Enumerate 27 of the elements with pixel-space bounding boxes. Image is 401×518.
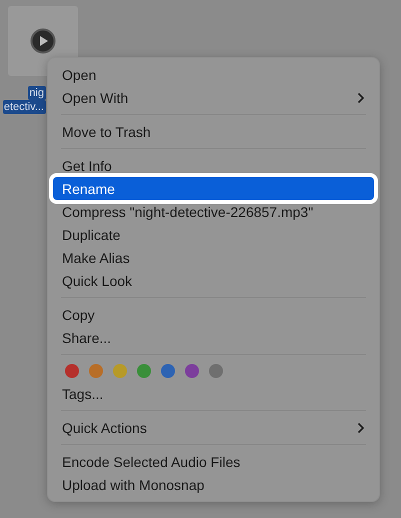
tag-dot[interactable]	[185, 364, 199, 378]
menu-item[interactable]: Quick Look	[53, 269, 374, 292]
menu-item[interactable]: Duplicate	[53, 223, 374, 246]
tag-dot[interactable]	[65, 364, 79, 378]
file-name: nig	[28, 86, 46, 100]
file-name: etectiv...	[2, 100, 46, 114]
tag-dot[interactable]	[209, 364, 223, 378]
play-icon	[30, 28, 56, 54]
menu-item[interactable]: Compress "night-detective-226857.mp3"	[53, 200, 374, 223]
menu-item[interactable]: Open With	[53, 86, 374, 109]
chevron-icon	[357, 92, 365, 104]
menu-item[interactable]: Upload with Monosnap	[53, 473, 374, 496]
chevron-icon	[357, 422, 365, 434]
menu-item[interactable]: Move to Trash	[53, 120, 374, 143]
menu-item[interactable]: Open	[53, 63, 374, 86]
menu-item[interactable]: Make Alias	[53, 246, 374, 269]
menu-item[interactable]: Rename	[53, 177, 374, 200]
tag-dot[interactable]	[89, 364, 103, 378]
menu-item[interactable]: Get Info	[53, 154, 374, 177]
menu-item[interactable]: Copy	[53, 303, 374, 326]
menu-item[interactable]: Encode Selected Audio Files	[53, 450, 374, 473]
tag-dot[interactable]	[161, 364, 175, 378]
menu-item[interactable]: Tags...	[53, 382, 374, 405]
tag-dot[interactable]	[113, 364, 127, 378]
menu-item[interactable]: Quick Actions	[53, 416, 374, 439]
tag-dot[interactable]	[137, 364, 151, 378]
menu-item[interactable]: Share...	[53, 326, 374, 349]
